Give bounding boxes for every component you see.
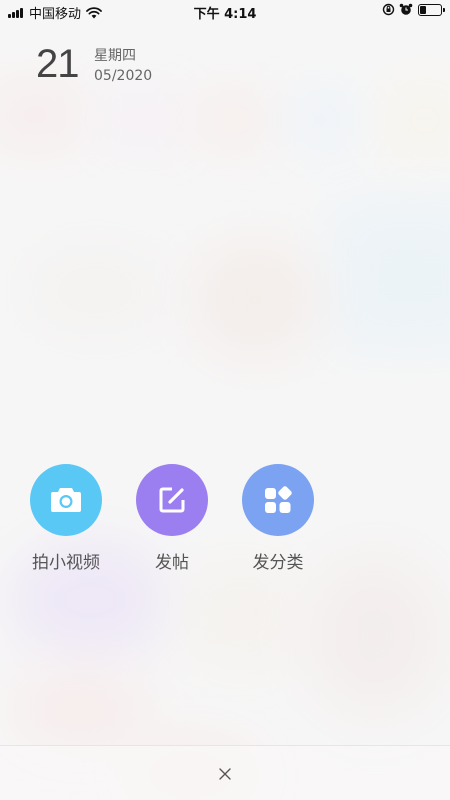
date-weekday: 星期四 <box>94 48 136 64</box>
status-bar: 中国移动 下午 4:14 <box>0 0 450 22</box>
camera-icon <box>51 488 81 512</box>
post-category-label: 发分类 <box>252 553 304 573</box>
new-post-label: 发帖 <box>155 553 189 573</box>
date-month-year: 05/2020 <box>94 68 153 84</box>
shoot-video-circle[interactable] <box>30 464 102 536</box>
new-post-button[interactable]: 发帖 <box>117 464 227 573</box>
close-icon <box>219 768 231 780</box>
shoot-video-label: 拍小视频 <box>32 553 100 573</box>
date-day: 21 <box>36 42 79 86</box>
post-category-button[interactable]: 发分类 <box>223 464 333 573</box>
orientation-lock-icon <box>382 3 395 16</box>
shoot-video-button[interactable]: 拍小视频 <box>11 464 121 573</box>
battery-icon <box>418 3 445 16</box>
alarm-icon <box>399 3 413 15</box>
new-post-circle[interactable] <box>136 464 208 536</box>
blurred-background <box>0 0 450 800</box>
close-bar <box>0 745 450 800</box>
edit-icon <box>159 487 185 513</box>
close-button[interactable] <box>213 762 237 786</box>
category-icon <box>265 486 292 513</box>
post-category-circle[interactable] <box>242 464 314 536</box>
